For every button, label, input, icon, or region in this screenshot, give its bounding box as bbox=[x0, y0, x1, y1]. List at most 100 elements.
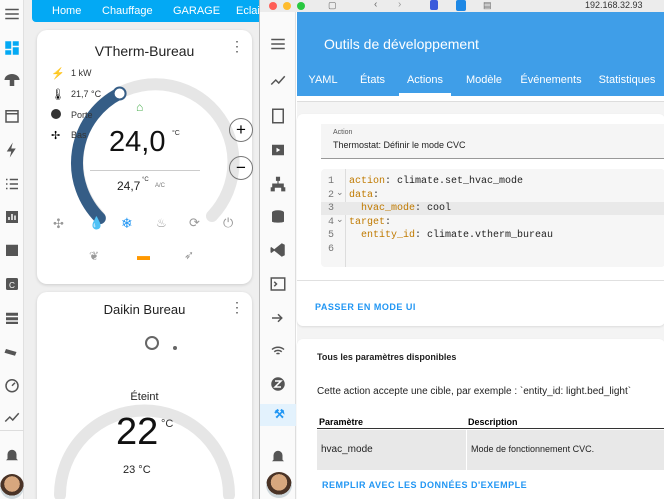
yaml-editor[interactable]: 1 action: climate.set_hvac_mode 2 ⌄ data: 3 h… bbox=[321, 169, 664, 267]
yaml-colon: : bbox=[385, 216, 392, 228]
c-icon[interactable]: C bbox=[0, 272, 24, 296]
fan-value: Bas bbox=[71, 130, 87, 140]
tab-chauffage[interactable]: Chauffage bbox=[102, 0, 153, 22]
power-icon[interactable]: ⏻ bbox=[223, 215, 233, 231]
column-divider bbox=[466, 430, 467, 470]
divider bbox=[90, 170, 200, 171]
tab-eclairage[interactable]: Eclai bbox=[236, 0, 260, 22]
fan-icon: ✢ bbox=[51, 130, 61, 142]
fan-mode-icon[interactable]: ✣ bbox=[53, 216, 64, 232]
code-line: 3 hvac_mode: cool bbox=[321, 202, 664, 215]
menu-icon[interactable] bbox=[0, 2, 24, 26]
switch-ui-button[interactable]: PASSER EN MODE UI bbox=[315, 302, 416, 312]
media-icon[interactable] bbox=[266, 138, 290, 162]
left-sidebar: C bbox=[0, 0, 24, 499]
logbook-icon[interactable] bbox=[266, 104, 290, 128]
mushroom-icon[interactable] bbox=[0, 68, 24, 92]
yaml-key: entity_id bbox=[349, 230, 416, 241]
logbook-icon[interactable] bbox=[0, 172, 24, 196]
params-title: Tous les paramètres disponibles bbox=[317, 352, 457, 362]
hammer-icon: ⚒ bbox=[274, 407, 285, 421]
tab-evenements[interactable]: Événements bbox=[516, 64, 586, 96]
terminal-icon[interactable] bbox=[266, 272, 290, 296]
table-header-desc: Description bbox=[468, 417, 518, 427]
heat-mode-icon[interactable]: ♨ bbox=[156, 216, 167, 230]
extension-icon[interactable] bbox=[430, 0, 438, 10]
dry-mode-icon[interactable]: 💧 bbox=[89, 216, 104, 230]
more-menu-icon[interactable]: ⋮ bbox=[230, 299, 244, 316]
more-menu-icon[interactable]: ⋮ bbox=[230, 38, 244, 55]
tab-statistiques[interactable]: Statistiques bbox=[592, 64, 662, 96]
auto-mode-icon[interactable]: ⟳ bbox=[189, 215, 200, 231]
tab-yaml[interactable]: YAML bbox=[297, 64, 349, 96]
fold-chevron-icon[interactable]: ⌄ bbox=[336, 214, 344, 227]
yaml-kv: entity_id: climate.vtherm_bureau bbox=[349, 229, 553, 242]
cctv-icon[interactable] bbox=[0, 340, 24, 364]
zoom-window-button[interactable] bbox=[297, 2, 305, 10]
dashboard-icon[interactable] bbox=[0, 36, 24, 60]
login-icon[interactable] bbox=[266, 306, 290, 330]
fold-chevron-icon[interactable]: ⌄ bbox=[336, 187, 344, 200]
card-title: Daikin Bureau bbox=[103, 302, 186, 317]
line-number: 3 bbox=[328, 203, 335, 214]
reader-icon[interactable]: ▤ bbox=[483, 0, 492, 11]
vscode-icon[interactable] bbox=[266, 238, 290, 262]
zigbee-icon[interactable] bbox=[266, 372, 290, 396]
code-line: 5 entity_id: climate.vtherm_bureau bbox=[321, 229, 664, 242]
power-value: 1 kW bbox=[71, 68, 92, 78]
back-icon[interactable]: ‹ bbox=[374, 0, 377, 10]
minus-button[interactable]: − bbox=[229, 156, 253, 180]
current-temp: 23 °C bbox=[123, 464, 151, 476]
minimize-window-button[interactable] bbox=[283, 2, 291, 10]
top-tabbar: Home Chauffage GARAGE Eclai bbox=[32, 0, 260, 22]
plus-button[interactable]: + bbox=[229, 118, 253, 142]
boost-icon[interactable]: ➶ bbox=[184, 248, 194, 262]
comfort-icon[interactable]: ▬ bbox=[137, 248, 150, 263]
tab-modele[interactable]: Modèle bbox=[456, 64, 512, 96]
chart-line-icon[interactable] bbox=[0, 405, 24, 429]
mode-label: A/C bbox=[155, 183, 166, 189]
eco-icon[interactable]: ❦ bbox=[89, 249, 99, 263]
forward-icon[interactable]: › bbox=[398, 0, 401, 10]
yaml-value: climate.vtherm_bureau bbox=[421, 230, 554, 241]
params-table: Paramètre Description hvac_mode Mode de … bbox=[317, 415, 664, 473]
history-icon[interactable] bbox=[0, 205, 24, 229]
speedometer-icon[interactable] bbox=[0, 373, 24, 397]
extension2-icon[interactable] bbox=[456, 0, 466, 11]
energy-icon[interactable] bbox=[0, 138, 24, 162]
svg-text:C: C bbox=[9, 281, 15, 290]
divider bbox=[0, 430, 24, 431]
cool-mode-icon[interactable]: ❄ bbox=[121, 215, 133, 232]
action-select[interactable]: Action Thermostat: Définir le mode CVC bbox=[321, 124, 664, 159]
content: Action Thermostat: Définir le mode CVC 1… bbox=[297, 96, 664, 499]
sidebar-item-developer-tools[interactable]: ⚒ bbox=[260, 404, 296, 426]
address-bar[interactable]: 192.168.32.93 bbox=[585, 0, 643, 10]
table-header-param: Paramètre bbox=[319, 417, 364, 427]
history-icon[interactable] bbox=[266, 68, 290, 92]
network-icon[interactable] bbox=[266, 172, 290, 196]
state-label: Éteint bbox=[130, 391, 159, 403]
avatar[interactable] bbox=[266, 472, 292, 498]
tab-actions[interactable]: Actions bbox=[399, 64, 451, 96]
yaml-kv: hvac_mode: cool bbox=[349, 202, 451, 215]
table-row: hvac_mode Mode de fonctionnement CVC. bbox=[317, 430, 664, 470]
sidebar-toggle-icon[interactable]: ▢ bbox=[328, 0, 337, 11]
fill-example-button[interactable]: REMPLIR AVEC LES DONNÉES D'EXEMPLE bbox=[322, 480, 527, 490]
bell-icon[interactable] bbox=[266, 444, 290, 468]
wifi-icon[interactable] bbox=[266, 339, 290, 363]
bell-icon[interactable] bbox=[0, 443, 24, 467]
server-icon[interactable] bbox=[0, 306, 24, 330]
database-icon[interactable] bbox=[266, 205, 290, 229]
avatar[interactable] bbox=[0, 474, 24, 499]
yaml-key: action bbox=[349, 176, 386, 187]
calendar-icon[interactable] bbox=[0, 104, 24, 128]
menu-icon[interactable] bbox=[266, 32, 290, 56]
card-title: VTherm-Bureau bbox=[94, 43, 195, 59]
tab-garage[interactable]: GARAGE bbox=[173, 0, 220, 22]
tab-home[interactable]: Home bbox=[52, 0, 81, 22]
yaml-key: data bbox=[349, 189, 374, 201]
close-window-button[interactable] bbox=[269, 2, 277, 10]
tab-etats[interactable]: États bbox=[350, 64, 395, 96]
calendar2-icon[interactable] bbox=[0, 238, 24, 262]
window-value: Porte bbox=[71, 110, 93, 120]
